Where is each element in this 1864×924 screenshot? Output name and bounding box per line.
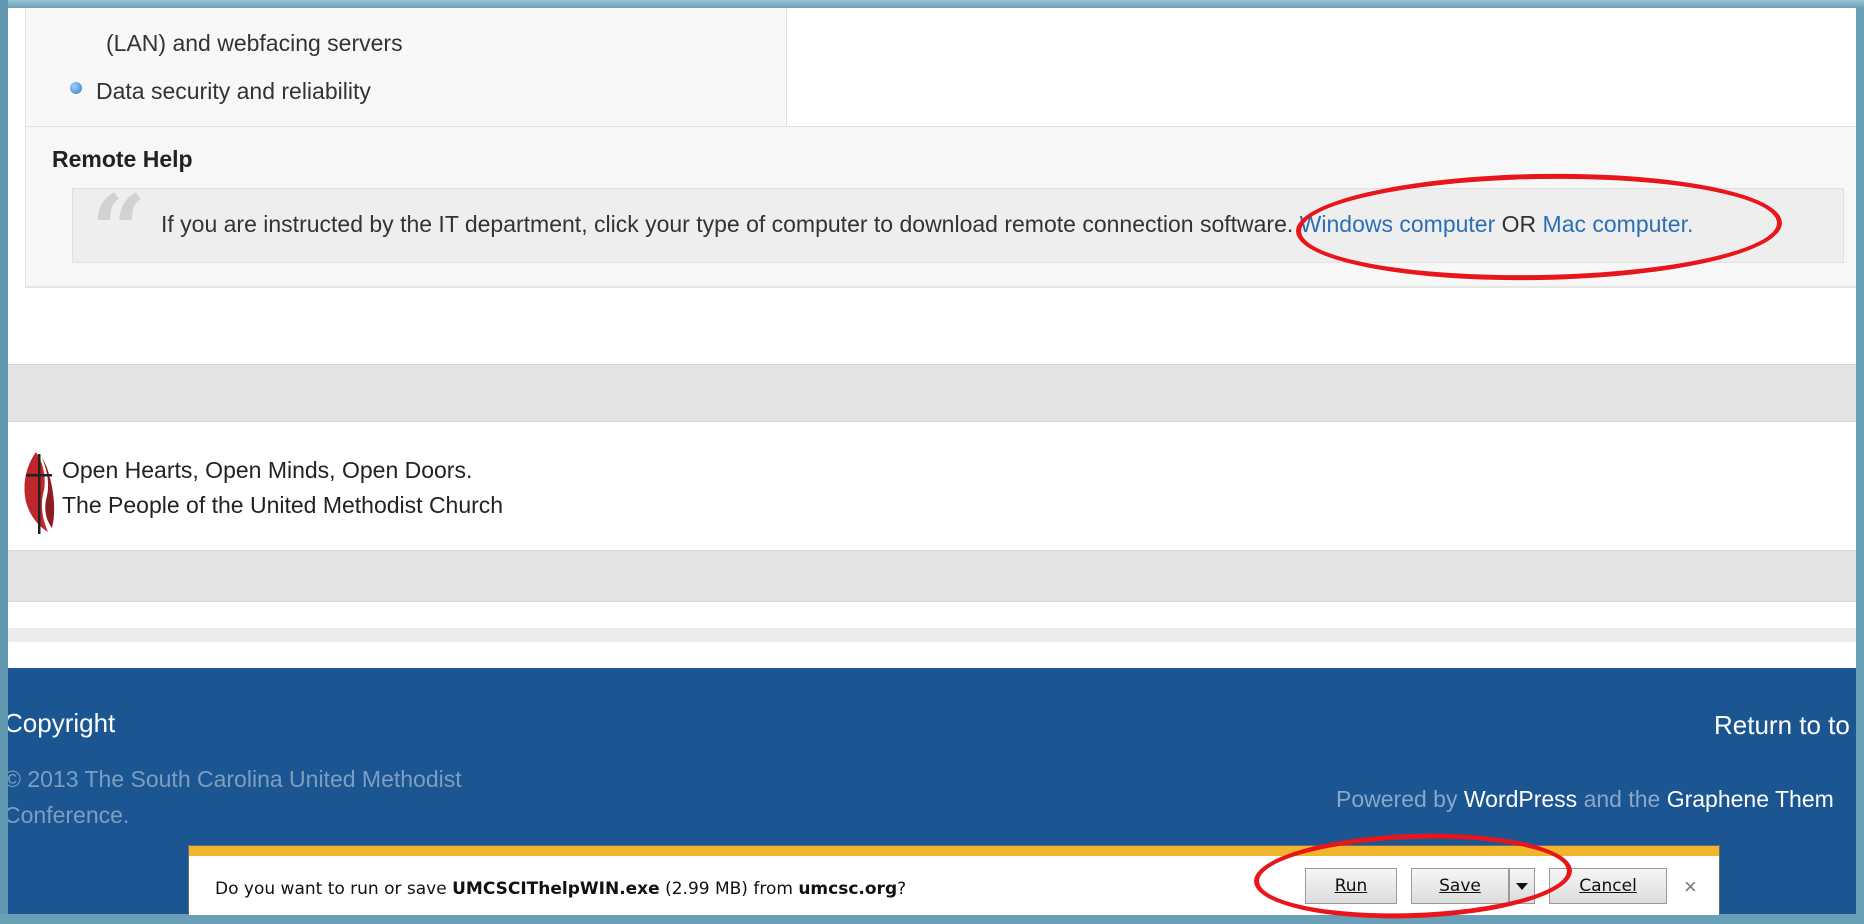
divider-band-light	[8, 628, 1856, 642]
download-file-name: UMCSCIThelpWIN.exe	[452, 879, 660, 899]
divider-band	[8, 550, 1856, 602]
feature-security-text: Data security and reliability	[96, 78, 371, 104]
powered-by-label: Powered by	[1336, 786, 1458, 812]
web-page: (LAN) and webfacing servers Data securit…	[8, 8, 1856, 914]
download-file-size: (2.99 MB) from	[665, 879, 793, 899]
graphene-theme-link[interactable]: Graphene Them	[1667, 786, 1834, 812]
download-prompt-suffix: ?	[897, 879, 907, 899]
download-prompt-prefix: Do you want to run or save	[215, 879, 447, 899]
footer-copyright-notice: © 2013 The South Carolina United Methodi…	[8, 766, 462, 792]
powered-by-text: Powered by WordPress and the Graphene Th…	[1336, 786, 1834, 813]
window-frame-top	[0, 0, 1864, 8]
wordpress-link[interactable]: WordPress	[1464, 786, 1577, 812]
features-cell: (LAN) and webfacing servers Data securit…	[26, 8, 787, 127]
tagline-line2: The People of the United Methodist Churc…	[62, 492, 504, 518]
footer-copyright-heading: Copyright	[8, 708, 116, 738]
empty-cell	[787, 8, 1856, 127]
cancel-button-label: Cancel	[1579, 876, 1637, 896]
and-the-label: and the	[1583, 786, 1661, 812]
download-prompt: Do you want to run or save UMCSCIThelpWI…	[215, 879, 906, 899]
return-to-top-link[interactable]: Return to to	[1714, 710, 1850, 741]
quote-icon: “	[91, 174, 147, 287]
bullet-icon	[70, 82, 82, 94]
footer-copyright-notice-cont: Conference.	[8, 802, 130, 828]
tagline-line1: Open Hearts, Open Minds, Open Doors.	[62, 457, 473, 483]
download-domain: umcsc.org	[798, 879, 898, 899]
feature-lan-text: (LAN) and webfacing servers	[106, 30, 403, 56]
window-frame-left	[0, 0, 8, 914]
divider-band	[8, 364, 1856, 422]
cross-and-flame-logo-icon	[24, 452, 55, 534]
close-icon[interactable]: ×	[1684, 874, 1697, 900]
remote-help-heading: Remote Help	[52, 146, 193, 172]
remote-help-instruction: If you are instructed by the IT departme…	[161, 211, 1294, 237]
